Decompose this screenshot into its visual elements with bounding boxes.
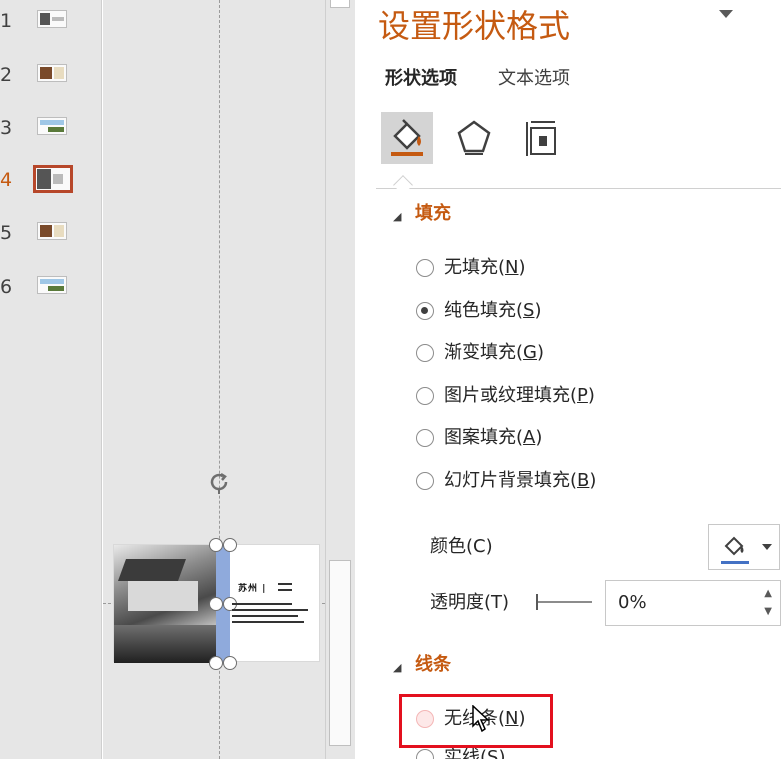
- size-properties-icon[interactable]: [517, 112, 569, 164]
- transparency-label: 透明度(T): [430, 592, 510, 613]
- slide-thumbnail-image[interactable]: [37, 276, 67, 294]
- slide-thumbnail-pane: 1 2 3 4 5 6: [0, 0, 102, 759]
- slide-number: 6: [0, 276, 13, 298]
- slide-number: 5: [0, 222, 13, 244]
- slide-thumbnail[interactable]: 5: [0, 218, 102, 248]
- pane-divider: [376, 188, 781, 189]
- resize-handle-top-right[interactable]: [223, 538, 237, 552]
- slide-photo: [114, 545, 216, 663]
- rotate-handle-icon[interactable]: [207, 470, 231, 494]
- radio-button[interactable]: [416, 387, 434, 405]
- spin-down-icon[interactable]: ▼: [764, 607, 772, 617]
- vertical-scrollbar[interactable]: [325, 0, 355, 759]
- slide-number: 4: [0, 169, 13, 191]
- slide-canvas[interactable]: 苏州 |: [103, 0, 325, 759]
- fill-line-icon[interactable]: [381, 112, 433, 164]
- slide-thumbnail[interactable]: 1: [0, 6, 102, 36]
- radio-button[interactable]: [416, 472, 434, 490]
- color-swatch: [721, 561, 749, 564]
- slide-thumbnail[interactable]: 2: [0, 60, 102, 90]
- radio-button[interactable]: [416, 749, 434, 759]
- slide-thumbnail[interactable]: 3: [0, 113, 102, 143]
- fill-section-title[interactable]: 填充: [415, 201, 451, 227]
- resize-handle-top[interactable]: [209, 538, 223, 552]
- collapse-triangle-icon[interactable]: ◢: [393, 210, 401, 223]
- slide-text-line: [232, 615, 298, 617]
- slide-thumbnail[interactable]: 6: [0, 272, 102, 302]
- radio-button[interactable]: [416, 344, 434, 362]
- radio-label[interactable]: 纯色填充(S): [444, 297, 542, 325]
- format-shape-pane: 设置形状格式 形状选项 文本选项 ◢ 填充 无填充(N) 纯色填充(S) 渐变填…: [356, 0, 781, 759]
- dropdown-triangle-icon[interactable]: [718, 8, 734, 20]
- mouse-pointer-icon: [472, 705, 490, 733]
- effects-pentagon-icon[interactable]: [448, 112, 500, 164]
- slide-title-text: 苏州 |: [238, 584, 267, 594]
- scrollbar-thumb[interactable]: [329, 560, 351, 746]
- chevron-down-icon: [762, 544, 772, 550]
- slide-thumbnail-image[interactable]: [37, 10, 67, 28]
- tab-text-options[interactable]: 文本选项: [498, 66, 570, 92]
- spin-up-icon[interactable]: ▲: [764, 589, 772, 599]
- resize-handle-bottom[interactable]: [209, 656, 223, 670]
- slide-text-line: [278, 583, 292, 585]
- slide-number: 2: [0, 64, 13, 86]
- radio-button-checked[interactable]: [416, 302, 434, 320]
- radio-label[interactable]: 图案填充(A): [444, 424, 542, 452]
- transparency-slider[interactable]: [536, 594, 592, 610]
- resize-handle-bottom-right[interactable]: [223, 656, 237, 670]
- radio-label[interactable]: 无填充(N): [444, 254, 526, 282]
- transparency-input[interactable]: 0% ▲ ▼: [605, 580, 781, 626]
- pane-title: 设置形状格式: [378, 7, 571, 45]
- paint-bucket-icon: [724, 536, 744, 556]
- transparency-value[interactable]: 0%: [618, 589, 647, 617]
- resize-handle-left[interactable]: [209, 597, 223, 611]
- slide-thumbnail-image[interactable]: [37, 64, 67, 82]
- selected-category-caret: [393, 175, 413, 195]
- slide-thumbnail-image[interactable]: [33, 165, 73, 193]
- slide-preview[interactable]: 苏州 |: [113, 538, 320, 670]
- radio-label[interactable]: 幻灯片背景填充(B): [444, 467, 596, 495]
- line-section-title[interactable]: 线条: [415, 652, 451, 678]
- radio-button[interactable]: [416, 259, 434, 277]
- slide-number: 3: [0, 117, 13, 139]
- color-picker-button[interactable]: [708, 524, 780, 570]
- slide-text-line: [232, 621, 304, 623]
- collapse-triangle-icon[interactable]: ◢: [393, 661, 401, 674]
- scrollbar-thumb-previous[interactable]: [330, 0, 350, 8]
- slide-number: 1: [0, 10, 13, 32]
- slide-thumbnail-image[interactable]: [37, 222, 67, 240]
- radio-button[interactable]: [416, 429, 434, 447]
- radio-label[interactable]: 图片或纹理填充(P): [444, 382, 595, 410]
- radio-label[interactable]: 渐变填充(G): [444, 339, 544, 367]
- slide-thumbnail-selected[interactable]: 4: [0, 165, 102, 195]
- slide-text-line: [232, 609, 308, 611]
- slide-text-line: [232, 603, 292, 605]
- slide-thumbnail-image[interactable]: [37, 117, 67, 135]
- slide-text-line: [278, 589, 292, 591]
- tab-shape-options[interactable]: 形状选项: [385, 66, 457, 92]
- color-label: 颜色(C): [430, 536, 493, 557]
